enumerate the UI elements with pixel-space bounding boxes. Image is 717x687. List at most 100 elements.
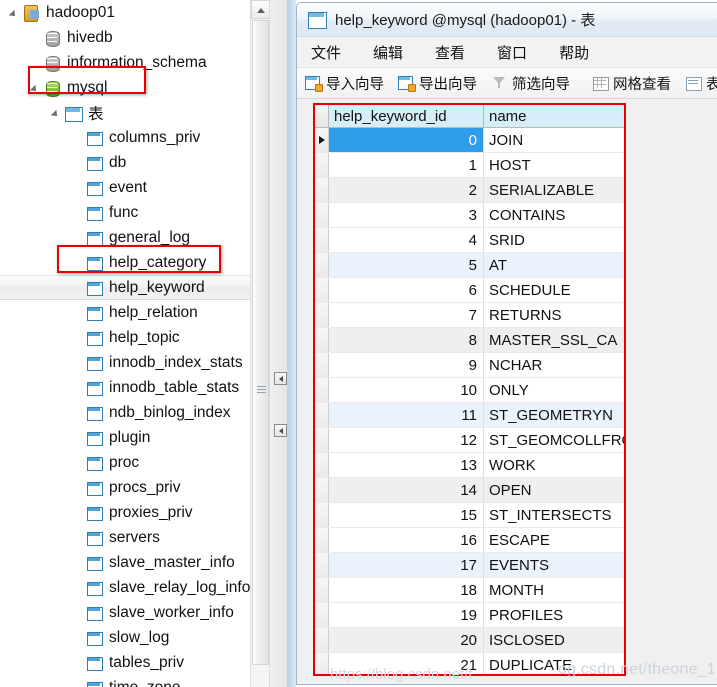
collapse-left-arrow-icon[interactable]	[274, 372, 287, 385]
tree-item-columns_priv[interactable]: columns_priv	[0, 125, 269, 150]
row-selector[interactable]	[315, 203, 329, 227]
row-selector[interactable]	[315, 403, 329, 427]
cell-name[interactable]: ESCAPE	[484, 528, 624, 552]
cell-help-keyword-id[interactable]: 12	[329, 428, 484, 452]
row-selector[interactable]	[315, 603, 329, 627]
toolbar-button-0[interactable]: 导入向导	[305, 73, 384, 94]
data-grid[interactable]: help_keyword_id name 0 JOIN 1 HOST 2 SERIALIZ…	[313, 103, 626, 676]
row-selector[interactable]	[315, 528, 329, 552]
menu-bar[interactable]: 文件 编辑 查看 窗口 帮助	[297, 37, 717, 68]
grid-header-help-keyword-id[interactable]: help_keyword_id	[329, 105, 484, 127]
cell-name[interactable]: EVENTS	[484, 553, 624, 577]
table-row[interactable]: 8 MASTER_SSL_CA	[315, 328, 624, 353]
toolbar-button-4[interactable]: 表	[685, 73, 717, 94]
tree-item-slow_log[interactable]: slow_log	[0, 625, 269, 650]
row-selector[interactable]	[315, 253, 329, 277]
row-selector[interactable]	[315, 378, 329, 402]
cell-name[interactable]: JOIN	[484, 128, 624, 152]
tree-item-mysql[interactable]: mysql	[0, 75, 269, 100]
tree-item-ndb_binlog_index[interactable]: ndb_binlog_index	[0, 400, 269, 425]
table-row[interactable]: 15 ST_INTERSECTS	[315, 503, 624, 528]
tree-item-proxies_priv[interactable]: proxies_priv	[0, 500, 269, 525]
cell-help-keyword-id[interactable]: 17	[329, 553, 484, 577]
cell-name[interactable]: PROFILES	[484, 603, 624, 627]
grid-rows[interactable]: 0 JOIN 1 HOST 2 SERIALIZABLE 3 CONTAINS 4 SRID 5 AT…	[315, 128, 624, 674]
expand-twisty-icon[interactable]	[29, 75, 43, 100]
tree-item-hadoop01[interactable]: hadoop01	[0, 0, 269, 25]
cell-name[interactable]: ST_INTERSECTS	[484, 503, 624, 527]
cell-help-keyword-id[interactable]: 1	[329, 153, 484, 177]
cell-help-keyword-id[interactable]: 15	[329, 503, 484, 527]
table-row[interactable]: 1 HOST	[315, 153, 624, 178]
cell-help-keyword-id[interactable]: 2	[329, 178, 484, 202]
row-selector[interactable]	[315, 578, 329, 602]
row-selector[interactable]	[315, 428, 329, 452]
menu-item-1[interactable]: 编辑	[373, 42, 403, 63]
tree-item-proc[interactable]: proc	[0, 450, 269, 475]
cell-help-keyword-id[interactable]: 10	[329, 378, 484, 402]
cell-help-keyword-id[interactable]: 6	[329, 278, 484, 302]
tree-item-servers[interactable]: servers	[0, 525, 269, 550]
table-row[interactable]: 2 SERIALIZABLE	[315, 178, 624, 203]
cell-help-keyword-id[interactable]: 5	[329, 253, 484, 277]
table-row[interactable]: 9 NCHAR	[315, 353, 624, 378]
panel-splitter[interactable]	[269, 0, 288, 687]
cell-name[interactable]: SERIALIZABLE	[484, 178, 624, 202]
table-row[interactable]: 18 MONTH	[315, 578, 624, 603]
row-selector[interactable]	[315, 178, 329, 202]
cell-name[interactable]: OPEN	[484, 478, 624, 502]
cell-help-keyword-id[interactable]: 14	[329, 478, 484, 502]
cell-help-keyword-id[interactable]: 3	[329, 203, 484, 227]
tree-item-information_schema[interactable]: information_schema	[0, 50, 269, 75]
scrollbar-thumb[interactable]	[252, 20, 269, 665]
cell-name[interactable]: ST_GEOMCOLLFROM	[484, 428, 624, 452]
row-selector[interactable]	[315, 503, 329, 527]
table-row[interactable]: 12ST_GEOMCOLLFROM	[315, 428, 624, 453]
tree-item-[interactable]: 表	[0, 100, 269, 125]
cell-help-keyword-id[interactable]: 11	[329, 403, 484, 427]
tree-item-slave_relay_log_info[interactable]: slave_relay_log_info	[0, 575, 269, 600]
cell-help-keyword-id[interactable]: 8	[329, 328, 484, 352]
table-row[interactable]: 19 PROFILES	[315, 603, 624, 628]
row-selector[interactable]	[315, 628, 329, 652]
toolbar-button-3[interactable]: 网格查看	[592, 73, 671, 94]
cell-name[interactable]: NCHAR	[484, 353, 624, 377]
grid-header-name[interactable]: name	[484, 105, 624, 127]
tree-vertical-scrollbar[interactable]	[250, 0, 269, 687]
menu-item-2[interactable]: 查看	[435, 42, 465, 63]
table-row[interactable]: 4 SRID	[315, 228, 624, 253]
cell-help-keyword-id[interactable]: 20	[329, 628, 484, 652]
row-selector[interactable]	[315, 328, 329, 352]
table-row[interactable]: 20 ISCLOSED	[315, 628, 624, 653]
window-titlebar[interactable]: help_keyword @mysql (hadoop01) - 表	[297, 3, 717, 37]
tree-item-func[interactable]: func	[0, 200, 269, 225]
cell-help-keyword-id[interactable]: 0	[329, 128, 484, 152]
object-tree-panel[interactable]: hadoop01 hivedb information_schema mysql 表 co…	[0, 0, 269, 687]
table-row[interactable]: 14 OPEN	[315, 478, 624, 503]
table-row[interactable]: 7 RETURNS	[315, 303, 624, 328]
cell-name[interactable]: MONTH	[484, 578, 624, 602]
tree-item-tables_priv[interactable]: tables_priv	[0, 650, 269, 675]
cell-name[interactable]: SCHEDULE	[484, 278, 624, 302]
tree-item-plugin[interactable]: plugin	[0, 425, 269, 450]
cell-help-keyword-id[interactable]: 4	[329, 228, 484, 252]
menu-item-4[interactable]: 帮助	[559, 42, 589, 63]
cell-name[interactable]: RETURNS	[484, 303, 624, 327]
row-selector[interactable]	[315, 478, 329, 502]
cell-name[interactable]: MASTER_SSL_CA	[484, 328, 624, 352]
row-selector[interactable]	[315, 353, 329, 377]
tree-item-innodb_index_stats[interactable]: innodb_index_stats	[0, 350, 269, 375]
row-selector[interactable]	[315, 278, 329, 302]
tree-item-help_keyword[interactable]: help_keyword	[0, 275, 269, 300]
row-selector[interactable]	[315, 553, 329, 577]
tree-list[interactable]: hadoop01 hivedb information_schema mysql 表 co…	[0, 0, 269, 687]
toolbar-button-2[interactable]: 筛选向导	[491, 73, 570, 94]
expand-twisty-icon[interactable]	[8, 0, 22, 25]
tree-item-slave_master_info[interactable]: slave_master_info	[0, 550, 269, 575]
table-row[interactable]: 3 CONTAINS	[315, 203, 624, 228]
cell-name[interactable]: HOST	[484, 153, 624, 177]
cell-help-keyword-id[interactable]: 7	[329, 303, 484, 327]
menu-item-3[interactable]: 窗口	[497, 42, 527, 63]
cell-help-keyword-id[interactable]: 9	[329, 353, 484, 377]
row-selector[interactable]	[315, 653, 329, 674]
